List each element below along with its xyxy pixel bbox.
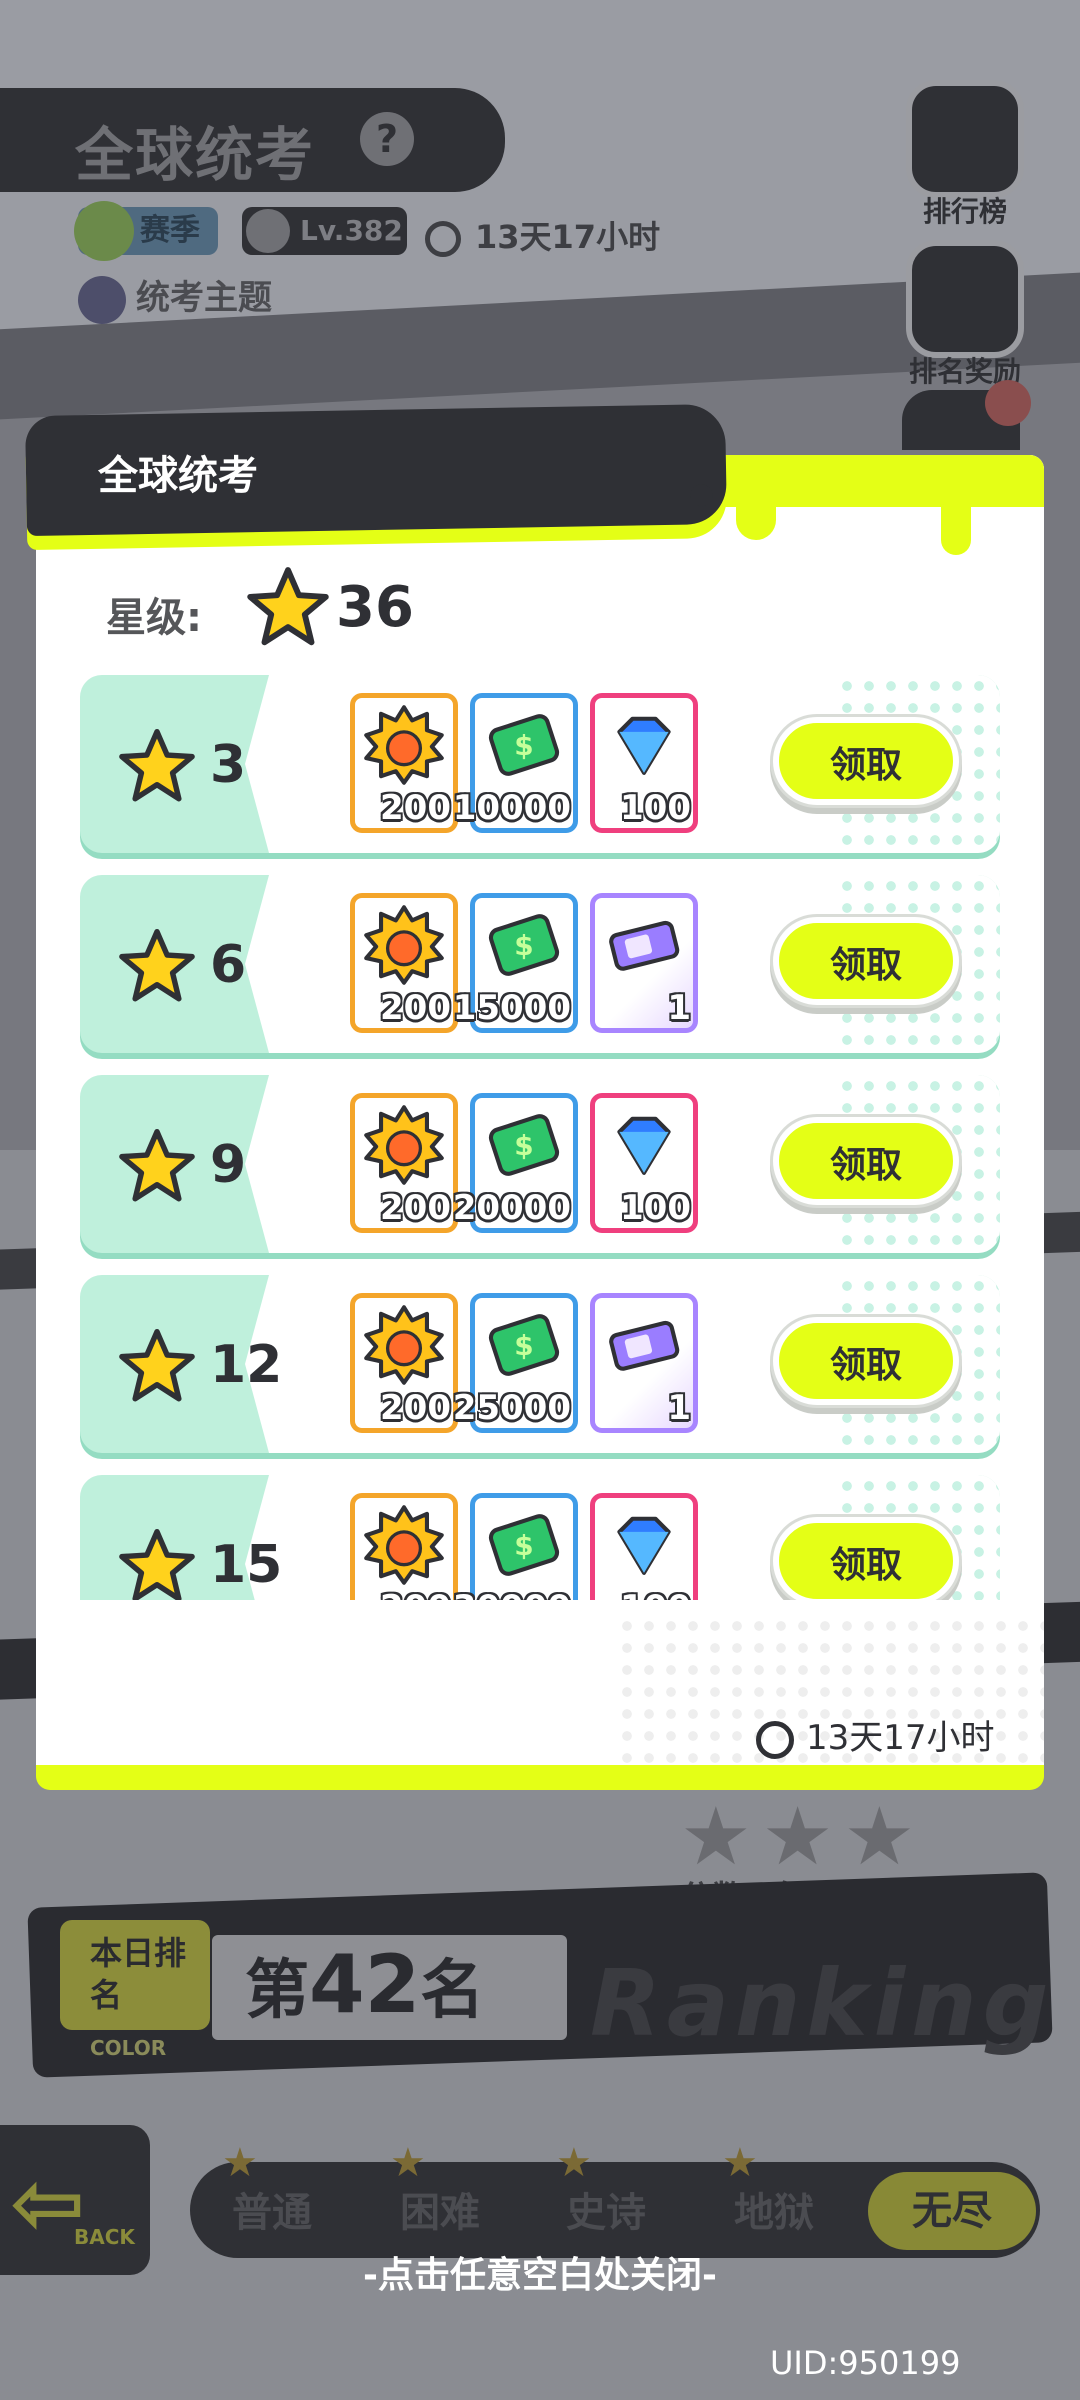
reward-count: 100	[620, 1588, 691, 1600]
reward-count: 200	[380, 1188, 451, 1228]
star-icon	[118, 1327, 196, 1409]
reward-row: 12 200 $25000 1 领取	[80, 1275, 1000, 1453]
difficulty-hard[interactable]: 困难	[400, 2180, 480, 2238]
reward-count: 100	[620, 1188, 691, 1228]
reward-item-diamond[interactable]: 100	[590, 1093, 698, 1233]
star-icon	[247, 567, 329, 646]
page-title: 全球统考	[75, 121, 316, 189]
reward-item-cash[interactable]: $25000	[453, 1293, 578, 1433]
rank-value: 第42名	[245, 1938, 485, 2031]
tier-value: 3	[210, 735, 247, 795]
reward-item-sun-token[interactable]: 200	[350, 693, 458, 833]
reward-count: 200	[380, 788, 451, 828]
reward-item-sun-token[interactable]: 200	[350, 1093, 458, 1233]
reward-count: 1	[667, 1388, 691, 1428]
reward-item-sun-token[interactable]: 200	[350, 1293, 458, 1433]
season-timer: 13天17小时	[425, 212, 660, 258]
color-word: COLOR	[90, 2036, 167, 2060]
difficulty-endless[interactable]: 无尽	[868, 2172, 1036, 2250]
star-icon	[118, 1127, 196, 1209]
star-count: 36	[336, 575, 414, 640]
reward-row: 6 200 $15000 1 领取	[80, 875, 1000, 1053]
theme-icon	[78, 275, 126, 324]
star-icon	[118, 927, 196, 1009]
tier-value: 6	[210, 935, 247, 995]
svg-text:$: $	[514, 1129, 533, 1162]
today-rank-label: 本日排名	[60, 1920, 210, 2030]
difficulty-hell[interactable]: 地狱	[734, 2180, 814, 2238]
modal-timer: 13天17小时	[756, 1710, 995, 1759]
reward-count: 200	[380, 988, 451, 1028]
leaderboard-button[interactable]: 排行榜	[902, 80, 1028, 230]
reward-count: 200	[380, 1388, 451, 1428]
tier-value: 9	[210, 1135, 247, 1195]
reward-list[interactable]: 3 200 $10000 100 领取 6 200 $15000 1 领取 9 200 $20000 10…	[80, 675, 1000, 1600]
difficulty-normal[interactable]: 普通	[232, 2180, 312, 2238]
claim-button[interactable]: 领取	[773, 1117, 959, 1205]
rewards-modal: 星级: 36 3 200 $10000 100 领取 6 200 $15000 1 领取 9 200 $…	[25, 403, 1044, 1790]
clock-icon	[425, 221, 461, 257]
modal-title: 全球统考	[98, 453, 258, 499]
level-badge: Lv.382	[242, 207, 407, 255]
uid-label: UID:950199	[770, 2344, 961, 2382]
close-hint[interactable]: -点击任意空白处关闭-	[0, 2246, 1080, 2298]
star-icon	[118, 1527, 196, 1600]
reward-item-cash[interactable]: $15000	[453, 893, 578, 1033]
svg-text:$: $	[514, 929, 533, 962]
score-stars: ★★★	[680, 1790, 926, 1883]
tier-value: 15	[210, 1535, 283, 1595]
gift-icon	[985, 380, 1031, 426]
claim-button[interactable]: 领取	[773, 1517, 959, 1600]
trophy-icon	[906, 80, 1024, 198]
season-icon	[74, 201, 134, 261]
help-icon[interactable]: ?	[360, 112, 414, 166]
reward-item-sun-token[interactable]: 200	[350, 1493, 458, 1600]
reward-item-ticket[interactable]: 1	[590, 1293, 698, 1433]
reward-count: 25000	[452, 1388, 571, 1428]
reward-row: 15200$30000100领取	[80, 1475, 1000, 1600]
svg-text:$: $	[514, 1329, 533, 1362]
reward-count: 20000	[452, 1188, 571, 1228]
reward-item-cash[interactable]: $30000	[453, 1493, 578, 1600]
reward-icon	[906, 240, 1024, 358]
avatar-icon	[246, 209, 290, 253]
reward-count: 10000	[452, 788, 571, 828]
star-icon	[118, 727, 196, 809]
clock-icon	[756, 1720, 794, 1759]
reward-item-ticket[interactable]: 1	[590, 893, 698, 1033]
reward-count: 30000	[453, 1588, 571, 1600]
svg-text:$: $	[514, 1529, 533, 1562]
season-badge[interactable]: 赛季	[74, 201, 218, 261]
reward-item-cash[interactable]: $20000	[453, 1093, 578, 1233]
claim-button[interactable]: 领取	[773, 1317, 959, 1405]
star-level-label: 星级:	[106, 595, 202, 641]
reward-row: 3 200 $10000 100 领取	[80, 675, 1000, 853]
rank-rewards-button[interactable]: 排名奖励	[902, 240, 1028, 390]
reward-item-diamond[interactable]: 100	[590, 693, 698, 833]
reward-count: 1	[667, 988, 691, 1028]
svg-text:$: $	[514, 729, 533, 762]
difficulty-epic[interactable]: 史诗	[566, 2180, 646, 2238]
reward-item-sun-token[interactable]: 200	[350, 893, 458, 1033]
tier-value: 12	[210, 1335, 283, 1395]
reward-count: 15000	[452, 988, 571, 1028]
claim-button[interactable]: 领取	[773, 717, 959, 805]
ranking-word: Ranking	[590, 1950, 1055, 2057]
reward-count: 200	[380, 1588, 451, 1600]
reward-item-cash[interactable]: $10000	[453, 693, 578, 833]
claim-button[interactable]: 领取	[773, 917, 959, 1005]
reward-item-diamond[interactable]: 100	[590, 1493, 698, 1600]
theme-link[interactable]: 统考主题	[78, 270, 272, 324]
reward-count: 100	[620, 788, 691, 828]
reward-row: 9 200 $20000 100 领取	[80, 1075, 1000, 1253]
